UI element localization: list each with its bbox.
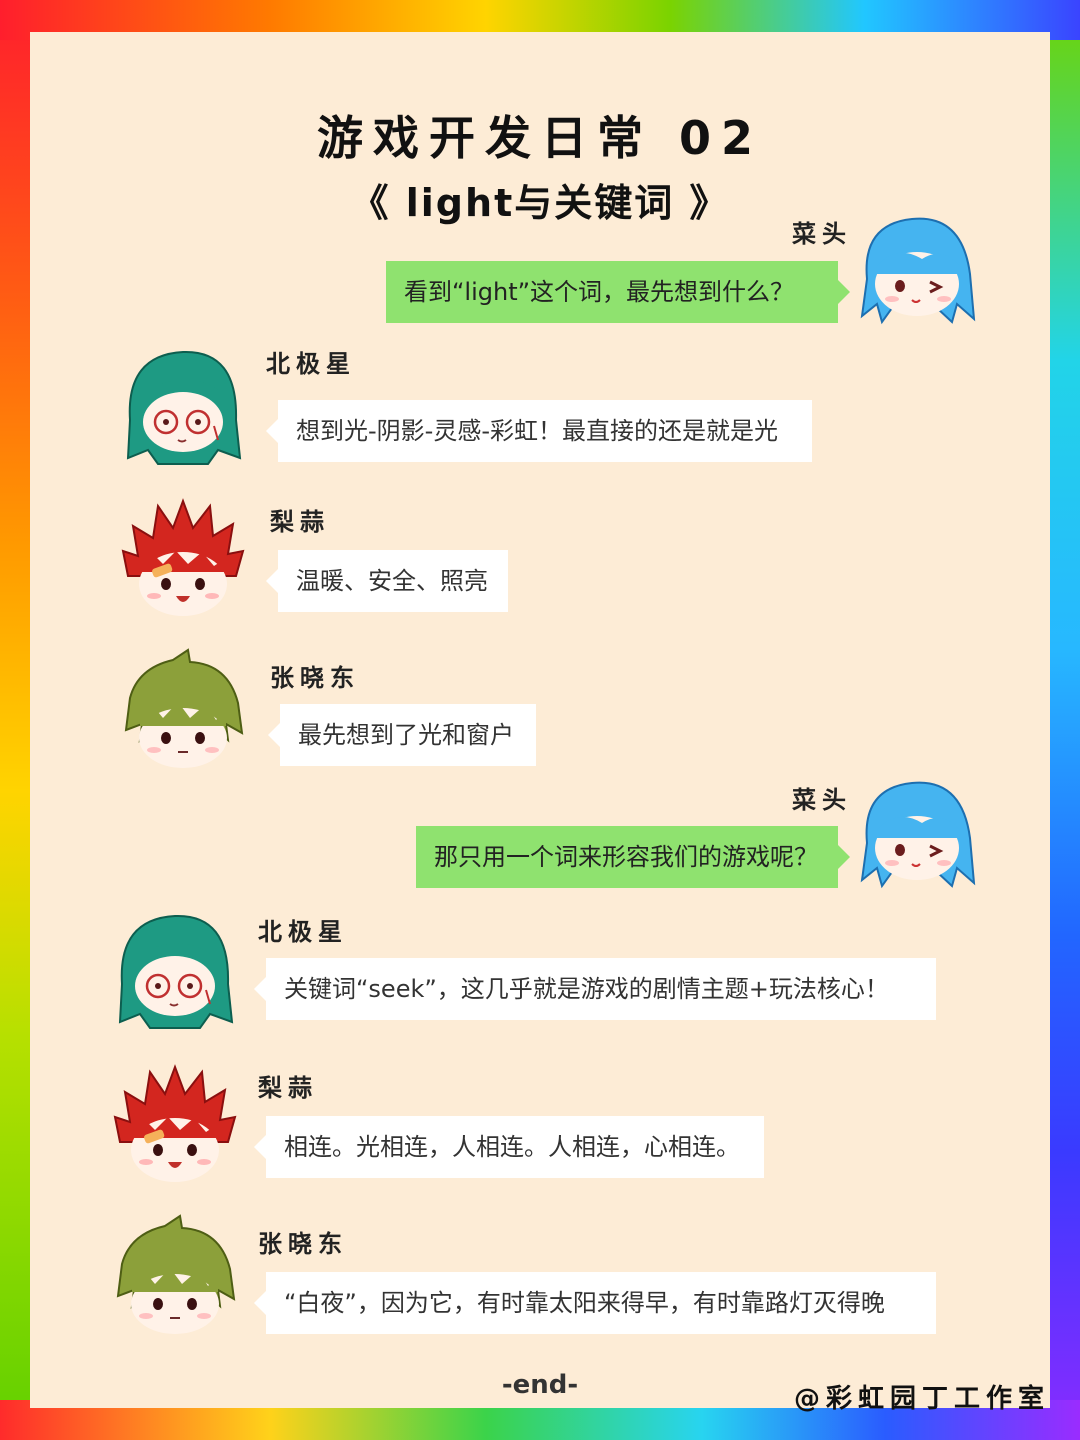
speaker-name: 菜头 (792, 220, 852, 248)
page-title: 游戏开发日常 02 (316, 111, 764, 165)
avatar-beijixing-icon (126, 350, 242, 465)
chat-bubble: 关键词“seek”，这几乎就是游戏的剧情主题+玩法核心！ (254, 958, 936, 1020)
studio-credit: @彩虹园丁工作室 (793, 1384, 1050, 1414)
chat-bubble: “白夜”，因为它，有时靠太阳来得早，有时靠路灯灭得晚 (254, 1272, 936, 1334)
speaker-name: 北极星 (266, 350, 356, 378)
chat-bubble: 相连。光相连，人相连。人相连，心相连。 (254, 1116, 764, 1178)
chat-bubble: 想到光-阴影-灵感-彩虹！最直接的还是就是光 (266, 400, 812, 462)
speaker-name: 梨蒜 (258, 1074, 318, 1102)
chat-card: 游戏开发日常 02 《 light与关键词 》 菜头 看到“light”这个词，… (30, 32, 1050, 1408)
chat-bubble: 温暖、安全、照亮 (266, 550, 508, 612)
avatar-lisuan-icon (121, 498, 245, 616)
avatar-zhangxiaodong-icon (124, 648, 244, 768)
speaker-name: 北极星 (258, 918, 348, 946)
avatar-lisuan-icon (113, 1064, 237, 1182)
speaker-name: 菜头 (792, 786, 852, 814)
avatar-caitou-icon (860, 217, 976, 325)
chat-bubble: 最先想到了光和窗户 (268, 704, 536, 766)
avatar-beijixing-icon (118, 914, 234, 1029)
avatar-caitou-icon (860, 781, 976, 889)
speaker-name: 梨蒜 (270, 508, 330, 536)
avatar-zhangxiaodong-icon (116, 1214, 236, 1334)
speaker-name: 张晓东 (258, 1230, 348, 1258)
chat-bubble: 看到“light”这个词，最先想到什么？ (386, 261, 850, 323)
chat-bubble: 那只用一个词来形容我们的游戏呢？ (416, 826, 850, 888)
speaker-name: 张晓东 (270, 664, 360, 692)
